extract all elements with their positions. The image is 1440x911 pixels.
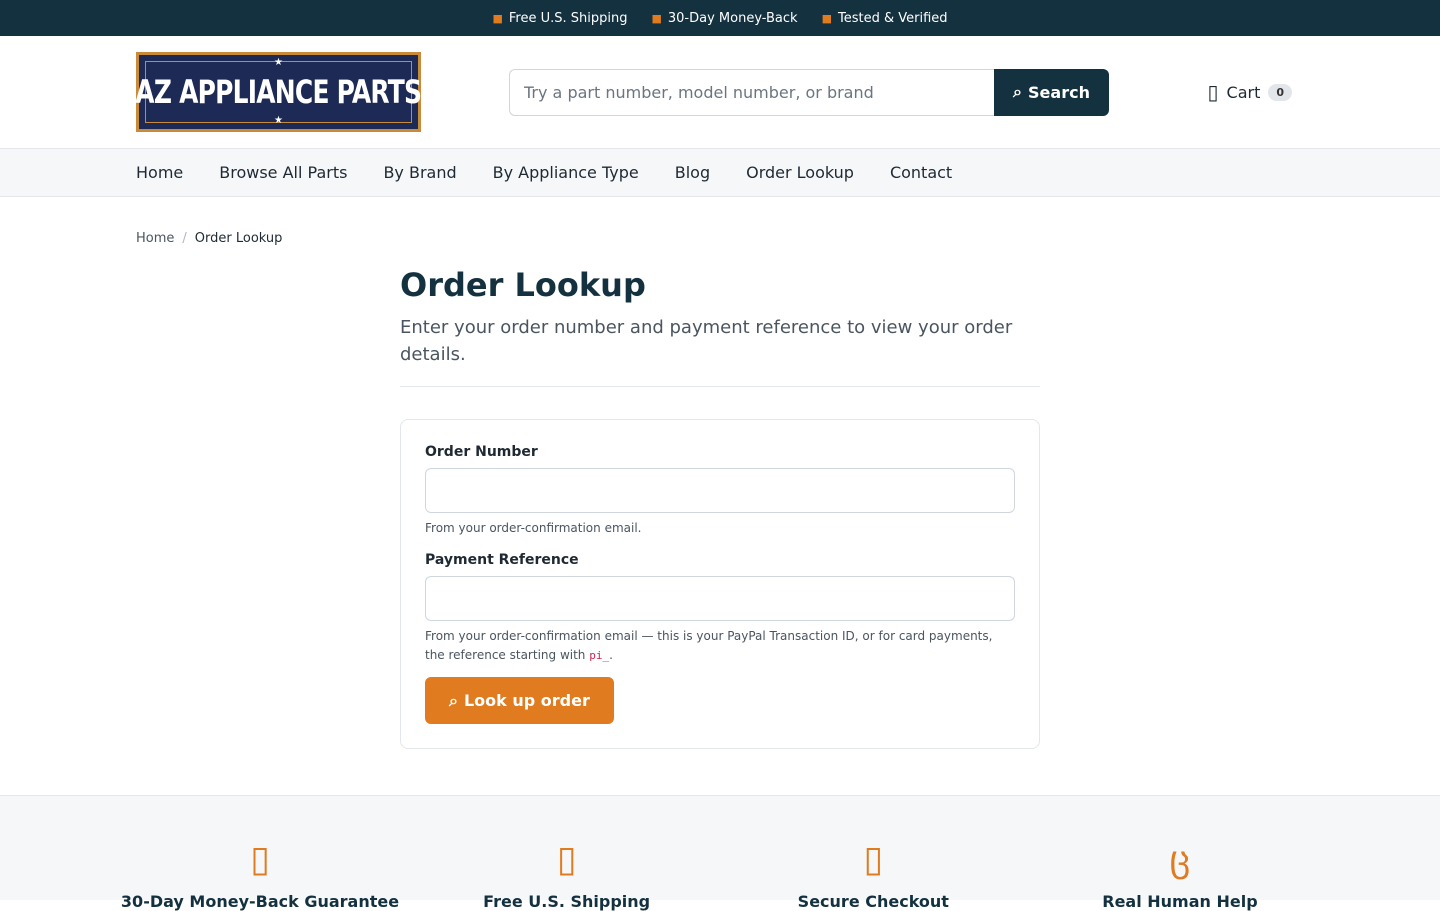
perk-label: 30-Day Money-Back xyxy=(667,10,798,26)
help-text: From your order-confirmation email — thi… xyxy=(425,629,993,662)
nav-item-by-brand[interactable]: By Brand xyxy=(383,163,456,182)
main-content: Order Lookup Enter your order number and… xyxy=(400,266,1040,749)
feature-human-help: ც Real Human Help xyxy=(1030,796,1330,911)
cart-count-badge: 0 xyxy=(1268,83,1292,101)
search-form: ⌕ Search xyxy=(509,68,1109,116)
features-strip: ▯ 30-Day Money-Back Guarantee ▯ Free U.S… xyxy=(0,795,1440,911)
order-number-group: Order Number From your order-confirmatio… xyxy=(425,444,1015,538)
nav-item-contact[interactable]: Contact xyxy=(890,163,952,182)
cart-link[interactable]: ▯ Cart 0 xyxy=(1207,80,1292,104)
feature-title: Real Human Help xyxy=(1102,892,1258,911)
breadcrumb-separator: / xyxy=(182,231,187,246)
order-number-input[interactable] xyxy=(425,468,1015,513)
help-text-end: . xyxy=(609,648,613,662)
main-nav: Home Browse All Parts By Brand By Applia… xyxy=(0,148,1440,197)
search-icon: ⌕ xyxy=(449,690,458,710)
breadcrumb: Home / Order Lookup xyxy=(0,197,1440,246)
order-number-help: From your order-confirmation email. xyxy=(425,521,642,535)
feature-secure-checkout: ▯ Secure Checkout xyxy=(723,796,1023,911)
lock-icon: ▯ xyxy=(863,839,884,880)
search-button-label: Search xyxy=(1028,82,1090,102)
payment-reference-help: From your order-confirmation email — thi… xyxy=(425,627,1015,665)
nav-item-blog[interactable]: Blog xyxy=(675,163,710,182)
payment-reference-label: Payment Reference xyxy=(425,552,579,568)
site-logo[interactable]: ★ AZ APPLIANCE PARTS ★ xyxy=(135,52,423,132)
breadcrumb-home[interactable]: Home xyxy=(136,231,174,246)
truck-icon: ■ xyxy=(492,11,503,25)
look-up-order-button[interactable]: ⌕ Look up order xyxy=(425,677,614,724)
cart-label: Cart xyxy=(1226,82,1261,102)
nav-item-by-appliance-type[interactable]: By Appliance Type xyxy=(493,163,639,182)
headset-icon: ც xyxy=(1169,839,1191,880)
order-lookup-form: Order Number From your order-confirmatio… xyxy=(400,419,1040,749)
perk-label: Tested & Verified xyxy=(837,10,948,26)
feature-title: 30-Day Money-Back Guarantee xyxy=(120,892,400,911)
feature-title: Secure Checkout xyxy=(797,892,949,911)
breadcrumb-current: Order Lookup xyxy=(194,231,283,246)
page-title: Order Lookup xyxy=(400,266,646,304)
nav-item-home[interactable]: Home xyxy=(136,163,183,182)
nav-item-browse-all-parts[interactable]: Browse All Parts xyxy=(219,163,347,182)
search-input[interactable] xyxy=(509,68,994,116)
feature-money-back: ▯ 30-Day Money-Back Guarantee xyxy=(110,796,410,911)
page-lede: Enter your order number and payment refe… xyxy=(400,314,1040,387)
star-icon: ★ xyxy=(274,57,283,68)
refresh-icon: ■ xyxy=(651,11,662,25)
search-icon: ⌕ xyxy=(1013,82,1023,101)
search-button[interactable]: ⌕ Search xyxy=(994,68,1109,116)
nav-item-order-lookup[interactable]: Order Lookup xyxy=(746,163,854,182)
top-perks-bar: ■ Free U.S. Shipping ■ 30-Day Money-Back… xyxy=(0,0,1440,36)
perk-label: Free U.S. Shipping xyxy=(508,10,628,26)
feature-shipping: ▯ Free U.S. Shipping xyxy=(417,796,717,911)
cart-icon: ▯ xyxy=(1207,80,1219,104)
truck-icon: ▯ xyxy=(556,839,577,880)
payment-reference-input[interactable] xyxy=(425,576,1015,621)
feature-title: Free U.S. Shipping xyxy=(483,892,651,911)
logo-text: AZ APPLIANCE PARTS xyxy=(135,73,423,111)
site-header: ★ AZ APPLIANCE PARTS ★ ⌕ Search ▯ Cart 0 xyxy=(0,36,1440,148)
perk-money-back: ■ 30-Day Money-Back xyxy=(651,11,797,26)
star-icon: ★ xyxy=(274,115,283,126)
order-number-label: Order Number xyxy=(425,444,538,460)
shield-icon: ▯ xyxy=(250,839,270,880)
perk-shipping: ■ Free U.S. Shipping xyxy=(492,11,627,26)
payment-reference-group: Payment Reference From your order-confir… xyxy=(425,552,1015,665)
perk-tested: ■ Tested & Verified xyxy=(822,11,948,26)
check-badge-icon: ■ xyxy=(821,11,832,25)
help-code: pi_ xyxy=(589,649,610,662)
look-up-order-label: Look up order xyxy=(463,691,590,710)
